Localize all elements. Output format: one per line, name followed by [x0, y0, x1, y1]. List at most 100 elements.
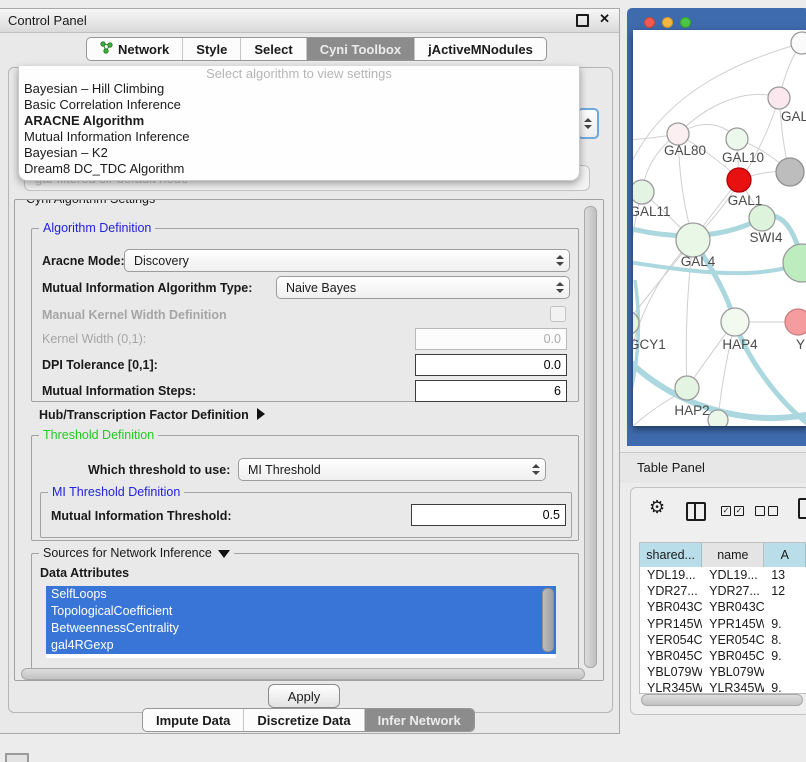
attribute-item[interactable]: BetweennessCentrality: [46, 620, 556, 637]
node-label: SWI4: [749, 230, 782, 245]
node-label: GAL11: [633, 204, 671, 219]
algorithm-option[interactable]: Basic Correlation Inference: [19, 97, 579, 113]
node-label: HAP4: [722, 337, 757, 352]
settings-horizontal-scrollbar[interactable]: [21, 668, 585, 680]
node-label: GAL10: [722, 150, 764, 165]
which-threshold-label: Which threshold to use:: [88, 463, 230, 477]
mi-type-combo[interactable]: Naive Bayes: [276, 276, 570, 299]
network-canvas[interactable]: GAL80 GAL10 GAL1 GAL11 SWI4 GAL4 HAP4 HA…: [633, 30, 806, 426]
algorithm-option[interactable]: Mutual Information Inference: [19, 129, 579, 145]
tab-impute-data[interactable]: Impute Data: [143, 709, 243, 731]
tab-select[interactable]: Select: [240, 38, 305, 60]
deselect-all-checkboxes-icon[interactable]: [755, 506, 778, 516]
network-graph: [633, 30, 806, 426]
table-horizontal-scrollbar[interactable]: [641, 694, 803, 706]
mi-threshold-legend: MI Threshold Definition: [48, 485, 184, 500]
tab-style[interactable]: Style: [182, 38, 240, 60]
minimized-panel-icon[interactable]: [5, 753, 29, 762]
table-header-row: shared... name A: [640, 543, 806, 567]
screen: Control Panel ✕ Network S: [0, 0, 806, 762]
close-icon[interactable]: ✕: [599, 11, 610, 27]
select-all-checkboxes-icon[interactable]: ✓✓: [721, 506, 744, 516]
node-gal10[interactable]: [726, 128, 748, 150]
combo-stepper-icon: [551, 277, 569, 298]
table-row[interactable]: YLR345WYLR345W9.: [640, 680, 806, 694]
aracne-mode-value: Discovery: [134, 254, 189, 268]
bottom-tabbar: Impute Data Discretize Data Infer Networ…: [142, 708, 475, 732]
expand-right-icon: [257, 408, 265, 420]
node-hap2[interactable]: [675, 376, 699, 400]
attribute-item[interactable]: gal4RGexp: [46, 637, 556, 654]
network-icon: [100, 41, 113, 57]
algorithm-combo-stepper[interactable]: [577, 108, 599, 139]
data-attributes-list: SelfLoops TopologicalCoefficient Between…: [46, 586, 556, 658]
node-big-green[interactable]: [783, 244, 806, 282]
tab-infer-network[interactable]: Infer Network: [364, 709, 474, 731]
dpi-tolerance-input[interactable]: [415, 354, 567, 376]
table-row[interactable]: YBR043CYBR043C: [640, 599, 806, 615]
algorithm-option[interactable]: Bayesian – K2: [19, 145, 579, 161]
mi-steps-input[interactable]: [415, 380, 567, 402]
dpi-tolerance-label: DPI Tolerance [0,1]:: [42, 358, 158, 372]
algorithm-option[interactable]: Dream8 DC_TDC Algorithm: [19, 161, 579, 177]
document-icon[interactable]: [798, 498, 806, 519]
table-row[interactable]: YBL079WYBL079W: [640, 664, 806, 680]
mac-zoom-icon[interactable]: [680, 17, 691, 28]
node-gal1-selected[interactable]: [727, 168, 751, 192]
attribute-list-scrollbar[interactable]: [542, 588, 554, 652]
mac-minimize-icon[interactable]: [662, 17, 673, 28]
node-gal4[interactable]: [676, 223, 710, 257]
float-window-icon[interactable]: [576, 14, 589, 27]
node-hap4[interactable]: [721, 308, 749, 336]
algorithm-option-selected[interactable]: ARACNE Algorithm: [19, 113, 579, 129]
node-top-partial[interactable]: [791, 32, 806, 54]
table-row[interactable]: YDL19...YDL19...13: [640, 567, 806, 583]
attribute-item[interactable]: SelfLoops: [46, 586, 556, 603]
mi-threshold-input[interactable]: [411, 504, 566, 526]
which-threshold-combo[interactable]: MI Threshold: [238, 458, 546, 481]
table-row[interactable]: YPR145WYPR145W9.: [640, 616, 806, 632]
tab-discretize-data[interactable]: Discretize Data: [243, 709, 363, 731]
highlighted-edges: [633, 216, 806, 426]
apply-button-label: Apply: [288, 689, 321, 704]
algorithm-option[interactable]: Bayesian – Hill Climbing: [19, 81, 579, 97]
settings-vertical-scrollbar[interactable]: [584, 206, 597, 668]
column-header-partial[interactable]: A: [764, 543, 806, 567]
kernel-width-input[interactable]: [415, 328, 567, 350]
node-gal11[interactable]: [633, 180, 654, 204]
gear-icon[interactable]: ⚙: [649, 497, 665, 518]
sources-legend-text: Sources for Network Inference: [43, 546, 212, 560]
node-swi4[interactable]: [749, 205, 775, 231]
node-gal-partial[interactable]: [768, 87, 790, 109]
table-row[interactable]: YER054CYER054C8.: [640, 632, 806, 648]
node-bottom-partial[interactable]: [708, 410, 728, 426]
node-table: shared... name A YDL19...YDL19...13 YDR2…: [639, 542, 806, 694]
node-salmon[interactable]: [785, 309, 806, 335]
columns-icon[interactable]: [686, 502, 706, 521]
settings-legend: Cyni Algorithm Settings: [22, 199, 159, 207]
attribute-item[interactable]: TopologicalCoefficient: [46, 603, 556, 620]
hub-definition-toggle[interactable]: Hub/Transcription Factor Definition: [39, 406, 265, 424]
threshold-definition-legend: Threshold Definition: [39, 428, 158, 443]
mac-close-icon[interactable]: [644, 17, 655, 28]
tab-jactivemnodules[interactable]: jActiveMNodules: [414, 38, 546, 60]
hub-definition-label: Hub/Transcription Factor Definition: [39, 408, 249, 422]
node-label: GAL4: [681, 254, 716, 269]
node-label: HAP2: [674, 403, 709, 418]
manual-kernel-checkbox[interactable]: [550, 306, 566, 322]
column-header-name[interactable]: name: [702, 543, 764, 567]
table-row[interactable]: YDR27...YDR27...12: [640, 583, 806, 599]
node-gal80[interactable]: [667, 123, 689, 145]
aracne-mode-combo[interactable]: Discovery: [124, 249, 570, 272]
node-gray[interactable]: [776, 158, 804, 186]
sources-legend[interactable]: Sources for Network Inference: [39, 546, 234, 561]
mi-type-label: Mutual Information Algorithm Type:: [42, 281, 252, 295]
tab-cyni-toolbox[interactable]: Cyni Toolbox: [306, 38, 414, 60]
mi-steps-label: Mutual Information Steps:: [42, 384, 196, 398]
table-body: YDL19...YDL19...13 YDR27...YDR27...12 YB…: [640, 567, 806, 694]
mi-threshold-label: Mutual Information Threshold:: [51, 509, 232, 523]
column-header-shared-name[interactable]: shared...: [640, 543, 702, 567]
apply-button[interactable]: Apply: [268, 684, 340, 708]
tab-network[interactable]: Network: [87, 38, 182, 60]
table-row[interactable]: YBR045CYBR045C9.: [640, 648, 806, 664]
